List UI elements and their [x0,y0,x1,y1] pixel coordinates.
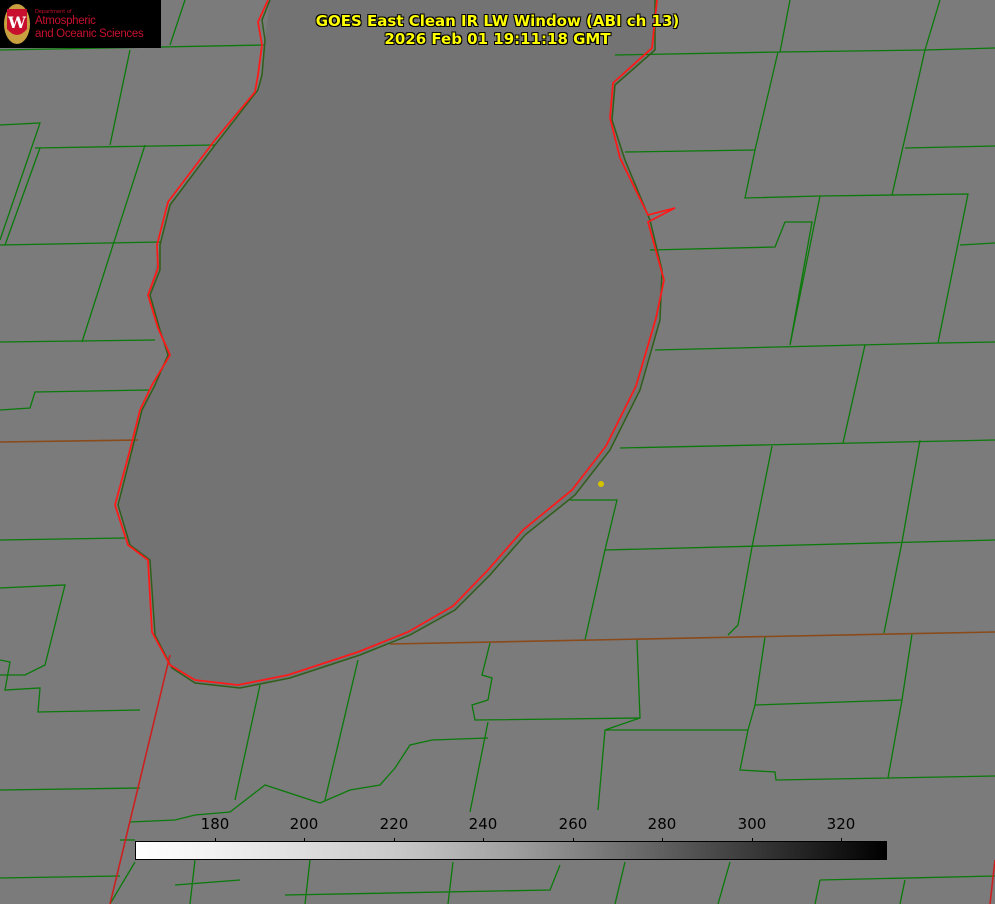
tick-mark [662,838,663,842]
colorbar-tick: 240 [468,815,498,833]
tick-mark [215,838,216,842]
tick-mark [304,838,305,842]
tick-mark [841,838,842,842]
location-marker [598,481,604,487]
tick-mark [752,838,753,842]
colorbar-tick: 320 [826,815,856,833]
image-timestamp: 2026 Feb 01 19:11:18 GMT [384,30,611,48]
colorbar-tick: 260 [558,815,588,833]
colorbar-tick: 180 [200,815,230,833]
colorbar-tick: 300 [737,815,767,833]
colorbar-tick: 280 [647,815,677,833]
lake-michigan [118,0,662,688]
satellite-view: W Department of Atmospheric and Oceanic … [0,0,995,904]
tick-mark [394,838,395,842]
image-title: GOES East Clean IR LW Window (ABI ch 13) [315,12,680,30]
colorbar-gradient [135,841,887,860]
colorbar-tick: 200 [289,815,319,833]
colorbar-tick: 220 [379,815,409,833]
tick-mark [483,838,484,842]
tick-mark [573,838,574,842]
satellite-map [0,0,995,904]
